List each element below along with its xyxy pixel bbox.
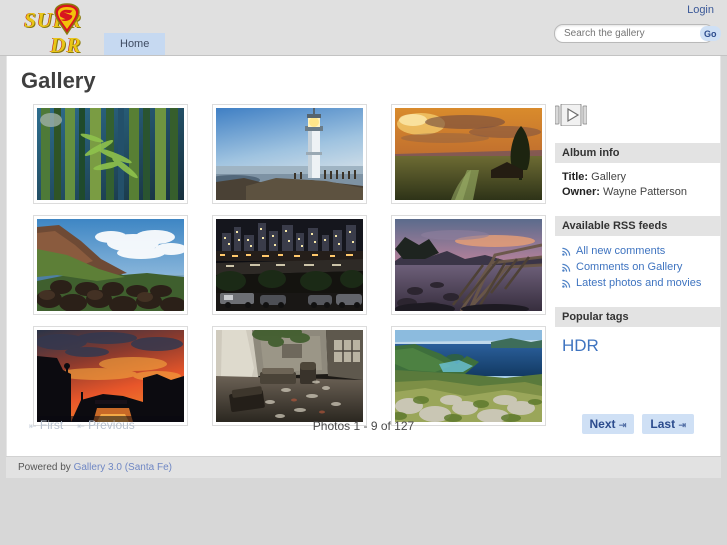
thumbnail-grid: [33, 104, 546, 437]
album-info-body: Title: Gallery Owner: Wayne Patterson: [555, 170, 721, 216]
thumbnail-image-abandoned-room: [216, 330, 363, 422]
thumbnail-item[interactable]: [212, 326, 367, 426]
popular-tags-body: HDR: [555, 334, 721, 372]
site-footer: Powered by Gallery 3.0 (Santa Fe): [6, 456, 721, 478]
thumbnail-item[interactable]: [33, 326, 188, 426]
rss-icon: [562, 263, 571, 272]
thumbnail-image-bamboo: [37, 108, 184, 200]
album-title-value: Gallery: [591, 171, 626, 183]
pagination-next-label: Next: [589, 417, 616, 431]
tab-home[interactable]: Home: [104, 33, 166, 55]
rss-feed-label: All new comments: [576, 245, 666, 257]
superman-shield-icon: [54, 3, 80, 35]
thumbnail-item[interactable]: [212, 215, 367, 315]
thumbnail-item[interactable]: [391, 215, 546, 315]
content-area: Gallery ⇤ First ⇤ Previous Photos 1 - 9 …: [6, 56, 721, 456]
slideshow-play-icon[interactable]: [554, 103, 588, 127]
site-logo[interactable]: SUPRDR: [14, 2, 118, 57]
powered-by-text: Powered by: [18, 462, 74, 473]
rss-feed-label: Latest photos and movies: [576, 277, 702, 289]
album-owner-line: Owner: Wayne Patterson: [562, 186, 687, 198]
thumbnail-image-rocky-coast: [37, 219, 184, 311]
thumbnail-item[interactable]: [391, 326, 546, 426]
tag-link[interactable]: HDR: [562, 336, 599, 356]
search-box[interactable]: Go: [554, 24, 721, 43]
album-title-line: Title: Gallery: [562, 171, 626, 183]
thumbnail-image-night-city: [216, 219, 363, 311]
site-header: SUPRDR Login Go Home: [0, 0, 727, 57]
sidebar: Album info Title: Gallery Owner: Wayne P…: [554, 103, 721, 372]
gallery-version-link[interactable]: Gallery 3.0 (Santa Fe): [74, 462, 172, 473]
rss-feed-link[interactable]: Comments on Gallery: [562, 259, 714, 275]
thumbnail-image-lake-twilight: [395, 219, 542, 311]
rss-icon: [562, 279, 571, 288]
album-info-heading: Album info: [555, 143, 721, 163]
thumbnail-item[interactable]: [33, 215, 188, 315]
thumbnail-item[interactable]: [212, 104, 367, 204]
rss-icon: [562, 247, 571, 256]
album-title-label: Title: [562, 171, 585, 183]
thumbnail-image-lighthouse: [216, 108, 363, 200]
search-go-button[interactable]: Go: [700, 26, 721, 41]
thumbnail-image-sunset-field: [395, 108, 542, 200]
thumbnail-image-blue-bay: [395, 330, 542, 422]
page-title: Gallery: [21, 68, 96, 93]
rss-feed-label: Comments on Gallery: [576, 261, 683, 273]
pagination-right-group: Next ⇥ Last ⇥: [581, 414, 694, 434]
pagination-last-label: Last: [650, 417, 676, 431]
last-arrow-icon: ⇥: [678, 420, 686, 430]
rss-feeds-heading: Available RSS feeds: [555, 216, 721, 236]
thumbnail-image-red-sky-town: [37, 330, 184, 422]
logo-text-right: DR: [50, 33, 82, 57]
thumbnail-item[interactable]: [33, 104, 188, 204]
album-owner-value: Wayne Patterson: [602, 186, 687, 198]
album-owner-label: Owner: [562, 186, 597, 198]
thumbnail-row: [33, 215, 546, 326]
gallery-page: SUPRDR Login Go Home Gallery: [0, 0, 727, 545]
thumbnail-item[interactable]: [391, 104, 546, 204]
search-input[interactable]: [555, 26, 700, 41]
login-link[interactable]: Login: [687, 4, 714, 16]
rss-feed-link[interactable]: Latest photos and movies: [562, 275, 714, 291]
rss-feed-link[interactable]: All new comments: [562, 243, 714, 259]
pagination: ⇤ First ⇤ Previous Photos 1 - 9 of 127 N…: [21, 414, 706, 440]
pagination-last-button[interactable]: Last ⇥: [642, 414, 694, 434]
pagination-next-button[interactable]: Next ⇥: [581, 414, 635, 434]
thumbnail-row: [33, 104, 546, 215]
rss-feeds-body: All new comments Comments on Gallery Lat…: [555, 243, 721, 307]
next-arrow-icon: ⇥: [618, 420, 627, 430]
main-nav-tabs: Home: [104, 33, 166, 55]
popular-tags-heading: Popular tags: [555, 307, 721, 327]
